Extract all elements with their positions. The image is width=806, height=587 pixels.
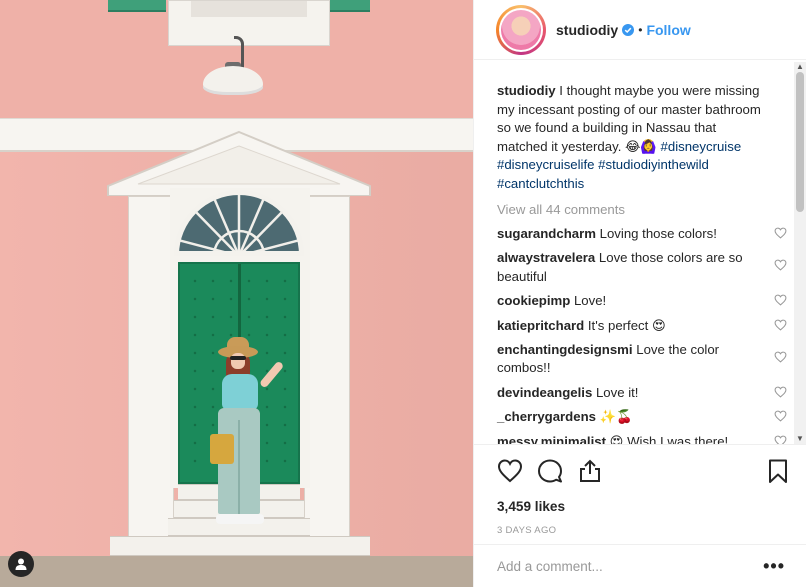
follow-button[interactable]: Follow bbox=[646, 22, 690, 38]
comment-item: devindeangelis Love it! bbox=[497, 384, 787, 402]
avatar bbox=[499, 7, 543, 52]
heart-icon[interactable] bbox=[497, 458, 523, 484]
post-photo[interactable] bbox=[0, 0, 473, 587]
scroll-up-arrow-icon[interactable]: ▲ bbox=[796, 63, 804, 71]
likes-count[interactable]: 3,459 likes bbox=[497, 499, 791, 514]
instagram-post: studiodiy • Follow studiodiy I thought m… bbox=[0, 0, 806, 587]
comment-username[interactable]: katiepritchard bbox=[497, 318, 584, 333]
comment-icon[interactable] bbox=[537, 458, 563, 484]
comment-item: _cherrygardens ✨🍒 bbox=[497, 408, 787, 426]
photo-shutter-left bbox=[108, 0, 166, 12]
photo-person-bag bbox=[210, 434, 234, 464]
comment-item: messy.minimalist 😍 Wish I was there! bbox=[497, 433, 787, 444]
caption: studiodiy I thought maybe you were missi… bbox=[497, 82, 767, 193]
comment-username[interactable]: enchantingdesignsmi bbox=[497, 342, 633, 357]
hashtag-link[interactable]: #cantclutchthis bbox=[497, 176, 584, 191]
comment-text: Love it! bbox=[595, 384, 639, 400]
scrollbar-thumb[interactable] bbox=[796, 72, 804, 212]
comment-text: ✨🍒 bbox=[599, 409, 633, 425]
photo-pilaster-left bbox=[128, 196, 174, 544]
header-username[interactable]: studiodiy bbox=[556, 22, 618, 38]
hashtag-link[interactable]: #disneycruise bbox=[661, 139, 742, 154]
post-header: studiodiy • Follow bbox=[474, 0, 806, 60]
comment-username[interactable]: sugarandcharm bbox=[497, 226, 596, 241]
header-separator: • bbox=[638, 22, 643, 37]
photo-window-sill bbox=[168, 0, 330, 46]
comment-like-heart-icon[interactable] bbox=[774, 410, 787, 422]
comment-like-heart-icon[interactable] bbox=[774, 319, 787, 331]
comment-like-heart-icon[interactable] bbox=[774, 386, 787, 398]
photo-person-top bbox=[222, 374, 258, 410]
comment-like-heart-icon[interactable] bbox=[774, 259, 787, 271]
comments-list[interactable]: studiodiy I thought maybe you were missi… bbox=[474, 60, 806, 444]
hashtag-link[interactable]: #disneycruiselife bbox=[497, 157, 595, 172]
comment-item: katiepritchard It's perfect 😍 bbox=[497, 317, 787, 335]
comment-username[interactable]: cookiepimp bbox=[497, 293, 570, 308]
photo-person-shoes bbox=[216, 514, 264, 524]
comment-username[interactable]: _cherrygardens bbox=[497, 409, 596, 424]
comment-like-heart-icon[interactable] bbox=[774, 294, 787, 306]
avatar-story-ring[interactable] bbox=[496, 4, 546, 55]
photo-ground bbox=[0, 556, 473, 587]
comment-item: cookiepimp Love! bbox=[497, 292, 787, 310]
comment-text: It's perfect 😍 bbox=[587, 317, 666, 333]
comment-username[interactable]: alwaystravelera bbox=[497, 250, 595, 265]
comment-text: Love! bbox=[573, 293, 607, 309]
hashtag-link[interactable]: #studiodiyinthewild bbox=[598, 157, 709, 172]
caption-username[interactable]: studiodiy bbox=[497, 83, 556, 98]
post-side-panel: studiodiy • Follow studiodiy I thought m… bbox=[473, 0, 806, 587]
post-timestamp[interactable]: 3 DAYS AGO bbox=[497, 525, 791, 536]
photo-person-sunglasses bbox=[230, 356, 246, 360]
comment-username[interactable]: devindeangelis bbox=[497, 385, 592, 400]
scroll-down-arrow-icon[interactable]: ▼ bbox=[796, 435, 804, 443]
comment-item: alwaystravelera Love those colors are so… bbox=[497, 249, 787, 286]
comment-text: Loving those colors! bbox=[599, 226, 717, 241]
add-comment-bar: ••• bbox=[474, 544, 806, 587]
share-icon[interactable] bbox=[577, 458, 603, 484]
verified-badge-icon bbox=[622, 23, 635, 36]
user-tag-icon[interactable] bbox=[8, 551, 34, 577]
comments-scrollbar[interactable]: ▲ ▼ bbox=[794, 62, 806, 444]
photo-step-4 bbox=[110, 536, 370, 556]
post-actions: 3,459 likes 3 DAYS AGO bbox=[474, 444, 806, 536]
comment-like-heart-icon[interactable] bbox=[774, 351, 787, 363]
comment-text: 😍 Wish I was there! bbox=[609, 433, 729, 444]
bookmark-icon[interactable] bbox=[765, 458, 791, 484]
add-comment-input[interactable] bbox=[497, 558, 764, 574]
photo-fanlight bbox=[174, 190, 304, 256]
photo-pilaster-right bbox=[304, 196, 350, 544]
comment-like-heart-icon[interactable] bbox=[774, 435, 787, 444]
comment-item: sugarandcharm Loving those colors! bbox=[497, 225, 787, 243]
action-icons-row bbox=[497, 457, 791, 485]
comment-like-heart-icon[interactable] bbox=[774, 227, 787, 239]
view-all-comments-link[interactable]: View all 44 comments bbox=[497, 201, 767, 219]
comment-username[interactable]: messy.minimalist bbox=[497, 434, 606, 444]
photo-door-pediment bbox=[104, 130, 374, 197]
more-options-button[interactable]: ••• bbox=[763, 556, 785, 577]
comment-item: enchantingdesignsmi Love the color combo… bbox=[497, 341, 787, 378]
